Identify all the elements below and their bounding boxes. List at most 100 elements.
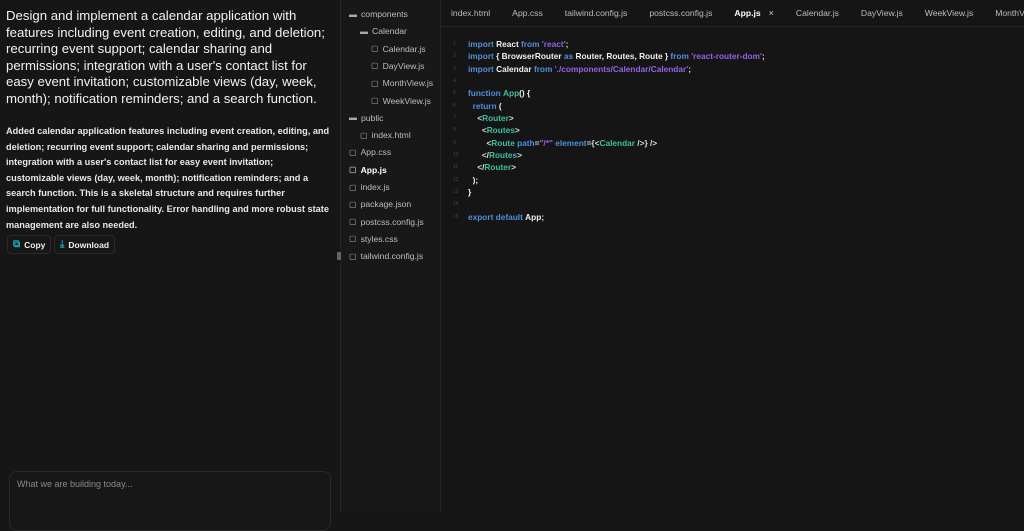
file-tree: ▬ components ▬ Calendar ▢ Calendar.js ▢ DayView… xyxy=(341,0,441,512)
tab-postcss-config-js[interactable]: postcss.config.js xyxy=(649,8,712,18)
line-number: 7 xyxy=(453,115,456,122)
code-token: ={< xyxy=(586,137,600,148)
prompt-placeholder: What we are building today... xyxy=(17,479,133,489)
tab-calendar-js[interactable]: Calendar.js xyxy=(796,8,839,18)
file-icon: ▢ xyxy=(349,234,357,244)
tab-label: postcss.config.js xyxy=(649,8,713,18)
file-icon: ▢ xyxy=(371,96,379,105)
code-token: ; xyxy=(541,211,545,222)
copy-button[interactable]: ⧉ Copy xyxy=(7,235,52,254)
code-line: 9 < Route path = "/*" element ={< Calendar />… xyxy=(441,137,765,149)
code-token: () { xyxy=(519,88,531,99)
close-tab-icon[interactable]: × xyxy=(769,8,774,18)
file-weekview-js[interactable]: ▢ WeekView.js xyxy=(371,96,431,106)
file-calendar-js[interactable]: ▢ Calendar.js xyxy=(371,44,426,54)
tree-item-label: tailwind.config.js xyxy=(360,251,424,262)
folder-components[interactable]: ▬ components xyxy=(349,9,408,19)
tree-item-label: App.js xyxy=(360,164,387,175)
tab-label: MonthView.js xyxy=(995,8,1024,18)
tab-app-css[interactable]: App.css xyxy=(512,8,543,18)
download-button[interactable]: ⤓ Download xyxy=(54,235,116,254)
code-line: 12 ); xyxy=(441,174,765,186)
code-line: 14 xyxy=(441,198,765,210)
code-line: 7 < Router > xyxy=(441,112,765,124)
assistant-response: Added calendar application features incl… xyxy=(6,126,330,230)
tab-weekview-js[interactable]: WeekView.js xyxy=(925,8,973,18)
file-dayview-js[interactable]: ▢ DayView.js xyxy=(371,61,424,71)
resize-handle[interactable] xyxy=(337,252,341,260)
file-index-html[interactable]: ▢ index.html xyxy=(360,130,411,140)
code-token: ( xyxy=(498,100,502,111)
code-token: App xyxy=(503,88,520,99)
code-line: 1 import React from 'react'; xyxy=(441,38,765,50)
line-number: 15 xyxy=(453,213,459,220)
prompt-input[interactable]: What we are building today... xyxy=(9,471,331,531)
tab-tailwind-config-js[interactable]: tailwind.config.js xyxy=(565,8,628,18)
code-token: Routes xyxy=(486,125,515,136)
copy-label: Copy xyxy=(24,239,46,250)
code-token: from xyxy=(670,51,692,62)
line-number: 10 xyxy=(453,152,459,159)
code-token: Router xyxy=(482,113,509,124)
tab-app-js[interactable]: App.js × xyxy=(734,8,774,18)
code-editor: index.html App.css tailwind.config.js postc… xyxy=(441,0,1024,512)
download-label: Download xyxy=(68,239,110,250)
code-area[interactable]: 1 import React from 'react'; 2 import { Bro… xyxy=(441,38,765,223)
copy-icon: ⧉ xyxy=(13,239,21,250)
tab-label: WeekView.js xyxy=(924,8,974,18)
tree-item-label: styles.css xyxy=(360,233,398,244)
line-number: 3 xyxy=(453,65,456,72)
code-token: ; xyxy=(688,63,691,74)
file-icon: ▢ xyxy=(349,147,357,157)
code-token: > xyxy=(517,150,522,161)
line-number: 5 xyxy=(453,90,456,97)
file-index-js[interactable]: ▢ index.js xyxy=(349,182,390,192)
tree-item-label: index.js xyxy=(360,182,390,192)
file-tailwind-config-js[interactable]: ▢ tailwind.config.js xyxy=(349,251,423,261)
file-icon: ▢ xyxy=(371,44,379,54)
code-token: path xyxy=(517,137,535,148)
file-app-css[interactable]: ▢ App.css xyxy=(349,147,391,157)
tab-label: App.js xyxy=(734,8,761,18)
folder-calendar[interactable]: ▬ Calendar xyxy=(360,26,407,36)
code-token: as xyxy=(563,51,576,62)
file-package-json[interactable]: ▢ package.json xyxy=(349,199,411,209)
tree-item-label: Calendar.js xyxy=(382,43,426,54)
file-icon: ▢ xyxy=(349,165,357,175)
code-token: function xyxy=(468,88,504,99)
code-token: ); xyxy=(468,174,479,185)
code-line: 3 import Calendar from './components/Cale… xyxy=(441,63,765,75)
folder-public[interactable]: ▬ public xyxy=(349,113,383,123)
tab-label: tailwind.config.js xyxy=(564,8,628,18)
code-token: < xyxy=(468,137,492,148)
code-token: import xyxy=(468,39,497,49)
file-styles-css[interactable]: ▢ styles.css xyxy=(349,234,398,244)
line-number: 11 xyxy=(453,164,459,171)
code-token: 'react-router-dom' xyxy=(691,51,762,62)
code-line: 10 </Routes > xyxy=(441,149,765,161)
tree-item-label: public xyxy=(361,112,384,123)
tab-dayview-js[interactable]: DayView.js xyxy=(861,8,903,18)
tab-label: App.css xyxy=(512,8,543,18)
line-number: 12 xyxy=(453,176,459,183)
code-token: Routes xyxy=(488,150,518,161)
download-icon: ⤓ xyxy=(60,239,65,250)
tab-index-html[interactable]: index.html xyxy=(451,8,490,18)
code-token: return xyxy=(468,100,499,111)
file-app-js[interactable]: ▢ App.js xyxy=(349,165,387,175)
tree-item-label: DayView.js xyxy=(382,60,425,71)
code-token: } xyxy=(468,187,472,198)
code-line: 15 export default App; xyxy=(441,211,765,223)
code-token: </ xyxy=(468,150,489,161)
code-token: Router, Routes, Route } xyxy=(575,51,671,62)
code-token: "/*" xyxy=(539,137,556,148)
file-icon: ▢ xyxy=(371,78,379,88)
code-token: Calendar xyxy=(496,63,534,74)
tab-monthview-js[interactable]: MonthView.js xyxy=(995,8,1024,18)
code-token: './components/Calendar/Calendar' xyxy=(554,63,689,74)
folder-icon: ▬ xyxy=(349,9,357,19)
tree-item-label: postcss.config.js xyxy=(360,216,424,227)
file-monthview-js[interactable]: ▢ MonthView.js xyxy=(371,78,433,88)
code-line: 13} xyxy=(441,186,765,198)
file-postcss-config-js[interactable]: ▢ postcss.config.js xyxy=(349,217,424,227)
